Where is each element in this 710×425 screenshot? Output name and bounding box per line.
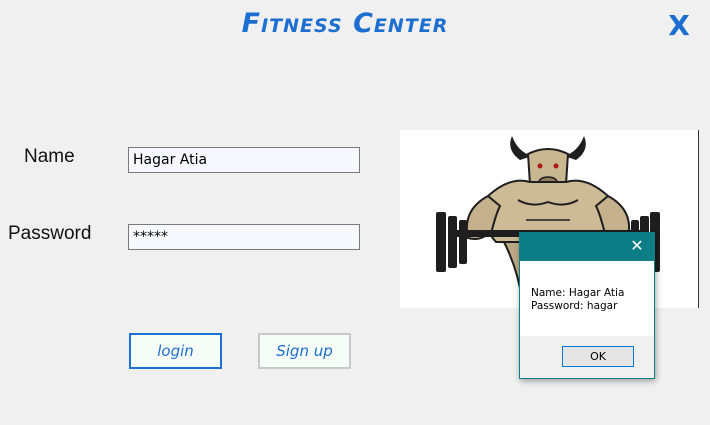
dialog-footer: OK bbox=[520, 336, 654, 378]
dialog-close-button[interactable]: ✕ bbox=[629, 237, 645, 255]
dialog-message-name: Name: Hagar Atia bbox=[531, 287, 625, 299]
name-label: Name bbox=[24, 146, 75, 167]
close-button[interactable]: X bbox=[664, 8, 694, 44]
signup-button[interactable]: Sign up bbox=[258, 333, 351, 369]
password-label: Password bbox=[8, 223, 92, 244]
name-input[interactable] bbox=[128, 147, 360, 173]
dialog-message: Name: Hagar Atia Password: hagar bbox=[531, 287, 624, 313]
password-input[interactable] bbox=[128, 224, 360, 250]
message-dialog: ✕ Name: Hagar Atia Password: hagar OK bbox=[519, 232, 655, 379]
login-button[interactable]: login bbox=[129, 333, 222, 369]
ok-button[interactable]: OK bbox=[562, 346, 634, 367]
dialog-message-password: Password: hagar bbox=[531, 300, 618, 312]
dialog-titlebar: ✕ bbox=[520, 233, 654, 261]
app-title: Fitness Center bbox=[241, 8, 449, 39]
